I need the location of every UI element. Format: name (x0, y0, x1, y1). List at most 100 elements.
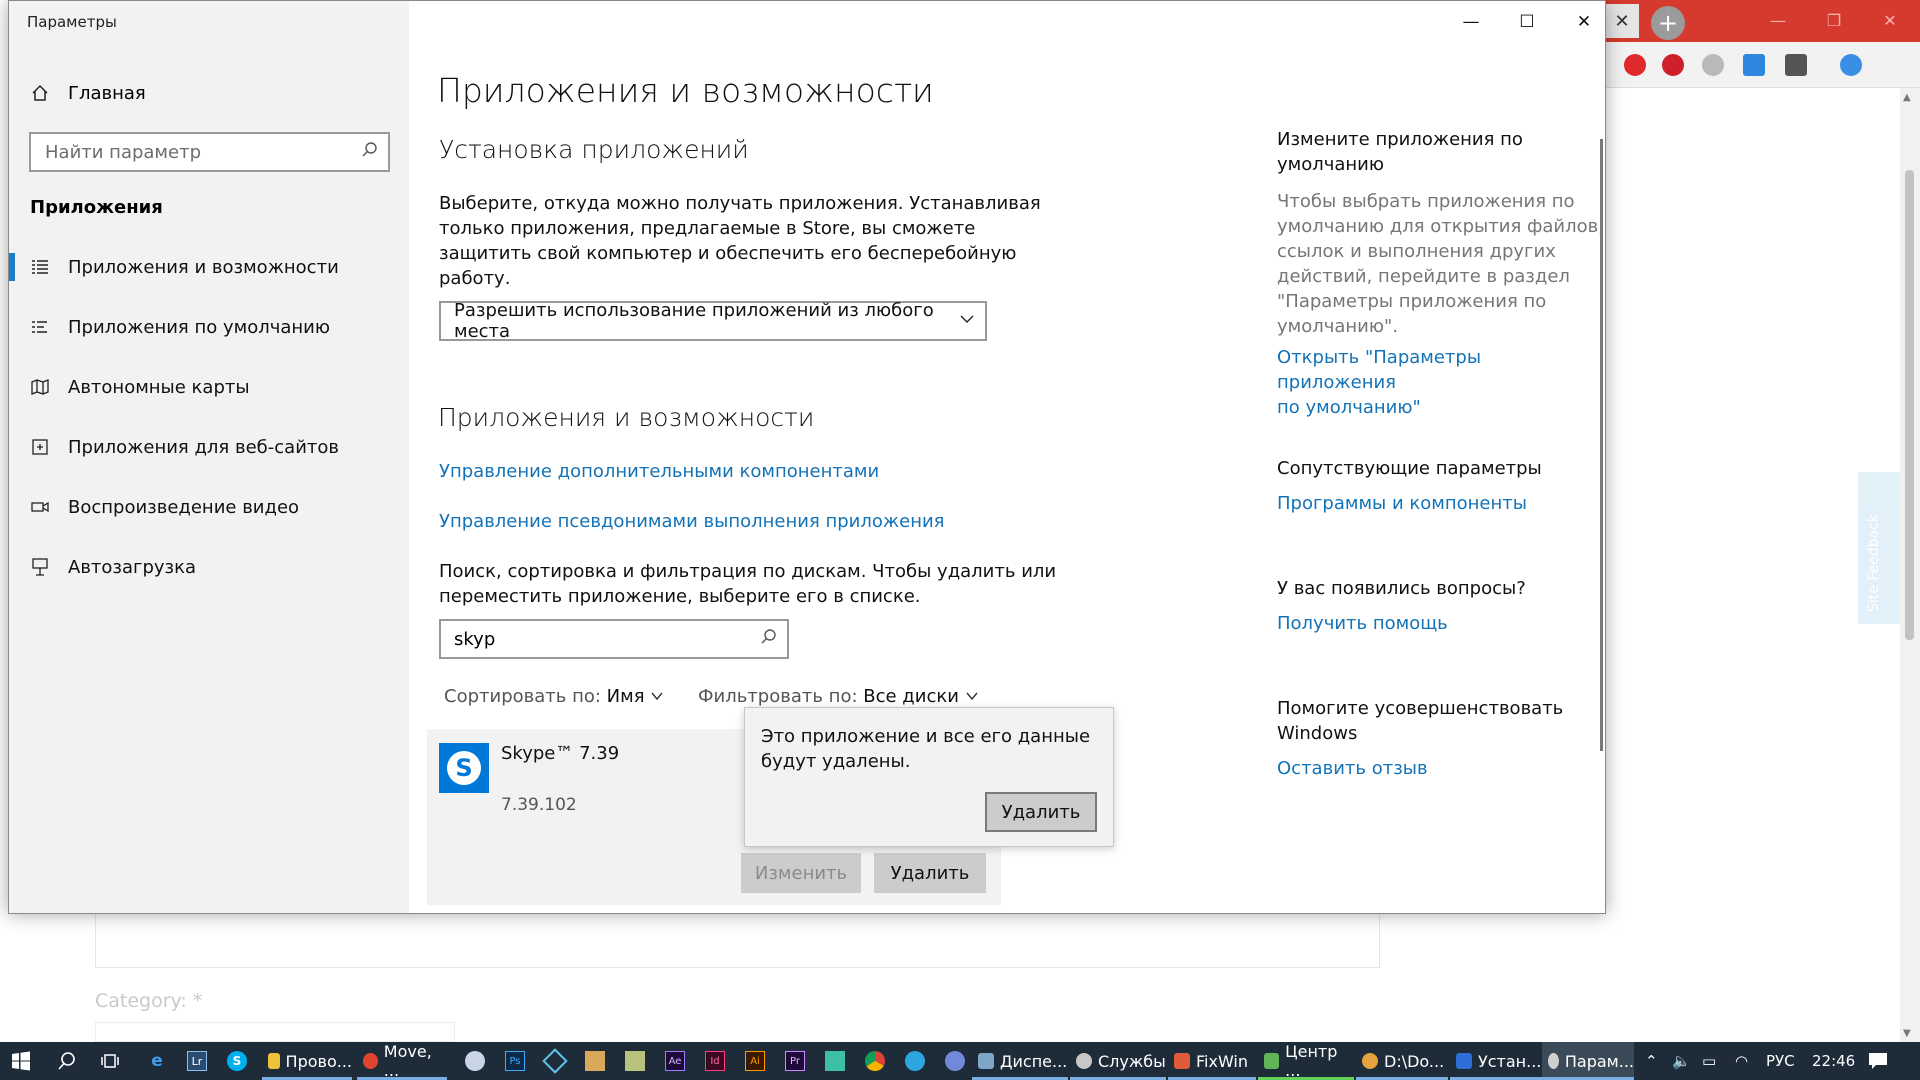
apps-search-hint-line: переместить приложение, выберите его в с… (439, 586, 921, 607)
taskbar-app[interactable]: D:\Do... (1356, 1042, 1448, 1080)
extension-icon[interactable] (1743, 54, 1765, 76)
taskbar-app[interactable]: Центр ... (1258, 1042, 1354, 1080)
sidebar-item-apps-features[interactable]: Приложения и возможности (9, 245, 409, 289)
app-icon[interactable] (542, 1048, 568, 1074)
skype-icon: S (439, 743, 489, 793)
settings-scrollbar[interactable] (1600, 139, 1603, 751)
illustrator-icon[interactable]: Ai (742, 1048, 768, 1074)
default-apps-title-line: умолчанию (1277, 154, 1385, 175)
lightroom-icon[interactable]: Lr (184, 1048, 210, 1074)
filter-dropdown[interactable]: Фильтровать по: Все диски (698, 686, 979, 707)
profile-icon[interactable] (1840, 54, 1862, 76)
scroll-down-icon[interactable]: ▼ (1903, 1028, 1911, 1039)
taskbar-app-label: Прово... (285, 1051, 352, 1071)
eyedropper-icon[interactable] (1785, 54, 1807, 76)
install-description-line: только приложения, предлагаемые в Store,… (439, 218, 976, 239)
scroll-up-icon[interactable]: ▲ (1903, 92, 1911, 103)
sort-dropdown[interactable]: Сортировать по: Имя (444, 686, 664, 707)
search-icon[interactable] (54, 1048, 80, 1074)
app-name: Skype™ 7.39 (501, 743, 620, 764)
wifi-icon[interactable]: ◠ (1735, 1042, 1748, 1080)
browser-restore-icon[interactable]: ❐ (1806, 0, 1862, 40)
start-windows-icon[interactable] (8, 1048, 34, 1074)
taskbar-app[interactable]: Прово... (262, 1042, 352, 1080)
app-search-input[interactable] (441, 621, 751, 657)
volume-icon[interactable]: 🔈 (1672, 1042, 1691, 1080)
app-search-box[interactable] (439, 619, 789, 659)
notifications-icon[interactable] (1868, 1042, 1888, 1080)
new-tab-icon[interactable]: + (1651, 6, 1685, 40)
app-icon[interactable] (822, 1048, 848, 1074)
app-version: 7.39.102 (501, 795, 577, 815)
telegram-icon[interactable] (902, 1048, 928, 1074)
open-default-apps-link[interactable]: Открыть "Параметры приложения по умолчан… (1277, 345, 1605, 420)
default-apps-description-line: Чтобы выбрать приложения по (1277, 191, 1575, 212)
skype-icon[interactable]: S (224, 1048, 250, 1074)
apps-search-hint-line: Поиск, сортировка и фильтрация по дискам… (439, 561, 1057, 582)
tray-chevron-icon[interactable]: ⌃ (1645, 1042, 1658, 1080)
photoshop-icon[interactable]: Ps (502, 1048, 528, 1074)
uninstall-button[interactable]: Удалить (874, 853, 986, 893)
apps-features-icon (30, 257, 50, 277)
search-icon[interactable] (361, 141, 379, 159)
modify-button[interactable]: Изменить (741, 853, 861, 893)
settings-search-input[interactable] (31, 134, 361, 170)
sidebar-item-home[interactable]: Главная (30, 81, 146, 105)
apps-search-hint: Поиск, сортировка и фильтрация по дискам… (439, 559, 1056, 609)
taskbar-app[interactable]: FixWin (1168, 1042, 1256, 1080)
pinterest-icon[interactable] (1662, 54, 1684, 76)
taskbar-app-label: D:\Do... (1384, 1051, 1445, 1071)
settings-search-box[interactable] (29, 132, 390, 172)
get-help-link[interactable]: Получить помощь (1277, 611, 1448, 636)
browser-close-icon[interactable]: ✕ (1862, 0, 1918, 40)
clock[interactable]: 22:46 (1812, 1042, 1855, 1080)
after-effects-icon[interactable]: Ae (662, 1048, 688, 1074)
taskbar-app-label: Move, ... (383, 1042, 432, 1080)
programs-features-link[interactable]: Программы и компоненты (1277, 491, 1527, 516)
install-description-line: Выберите, откуда можно получать приложен… (439, 193, 1041, 214)
search-icon[interactable] (760, 628, 778, 646)
default-apps-title: Измените приложения по умолчанию (1277, 127, 1523, 177)
extension-icon[interactable] (1624, 54, 1646, 76)
task-view-icon[interactable] (97, 1048, 123, 1074)
app-icon[interactable] (462, 1048, 488, 1074)
site-feedback-tab[interactable]: Site Feedback (1858, 472, 1900, 624)
language-indicator[interactable]: РУС (1766, 1042, 1795, 1080)
browser-minimize-icon[interactable]: — (1750, 0, 1806, 40)
chevron-down-icon (650, 686, 664, 707)
battery-icon[interactable]: ▭ (1702, 1042, 1716, 1080)
category-field[interactable] (95, 1022, 455, 1042)
app-icon[interactable] (582, 1048, 608, 1074)
sidebar-item-apps-websites[interactable]: Приложения для веб-сайтов (9, 425, 409, 469)
taskbar-app[interactable]: Move, ... (357, 1042, 447, 1080)
install-description-line: защитить свой компьютер и обеспечить его… (439, 243, 1017, 264)
app-icon[interactable] (622, 1048, 648, 1074)
chrome-icon[interactable] (862, 1048, 888, 1074)
questions-title: У вас появились вопросы? (1277, 578, 1526, 599)
taskbar-app[interactable]: Службы (1070, 1042, 1166, 1080)
install-source-dropdown[interactable]: Разрешить использование приложений из лю… (439, 300, 987, 342)
edge-icon[interactable]: e (144, 1048, 170, 1074)
site-feedback-label: Site Feedback (1866, 514, 1882, 612)
indesign-icon[interactable]: Id (702, 1048, 728, 1074)
confirm-uninstall-button[interactable]: Удалить (985, 792, 1097, 832)
improve-windows-title: Помогите усовершенствовать Windows (1277, 696, 1563, 746)
center-icon (1264, 1053, 1280, 1069)
manage-components-link[interactable]: Управление дополнительными компонентами (439, 459, 879, 484)
taskbar-app[interactable]: Диспе... (972, 1042, 1068, 1080)
premiere-icon[interactable]: Pr (782, 1048, 808, 1074)
sidebar-item-startup[interactable]: Автозагрузка (9, 545, 409, 589)
manage-aliases-link[interactable]: Управление псевдонимами выполнения прило… (439, 509, 945, 534)
sidebar-item-offline-maps[interactable]: Автономные карты (9, 365, 409, 409)
give-feedback-link[interactable]: Оставить отзыв (1277, 756, 1428, 781)
open-default-apps-link-line: Открыть "Параметры приложения (1277, 347, 1482, 393)
globe-icon[interactable] (1702, 54, 1724, 76)
taskbar-app-active[interactable]: Парам... (1542, 1042, 1634, 1080)
flyout-message-line: Это приложение и все его данные (761, 726, 1091, 747)
discord-icon[interactable] (942, 1048, 968, 1074)
taskbar-app[interactable]: Устан... (1450, 1042, 1542, 1080)
sidebar-item-default-apps[interactable]: Приложения по умолчанию (9, 305, 409, 349)
scrollbar-thumb[interactable] (1905, 170, 1914, 640)
taskbar-app-label: Диспе... (1000, 1051, 1068, 1071)
sidebar-item-video-playback[interactable]: Воспроизведение видео (9, 485, 409, 529)
